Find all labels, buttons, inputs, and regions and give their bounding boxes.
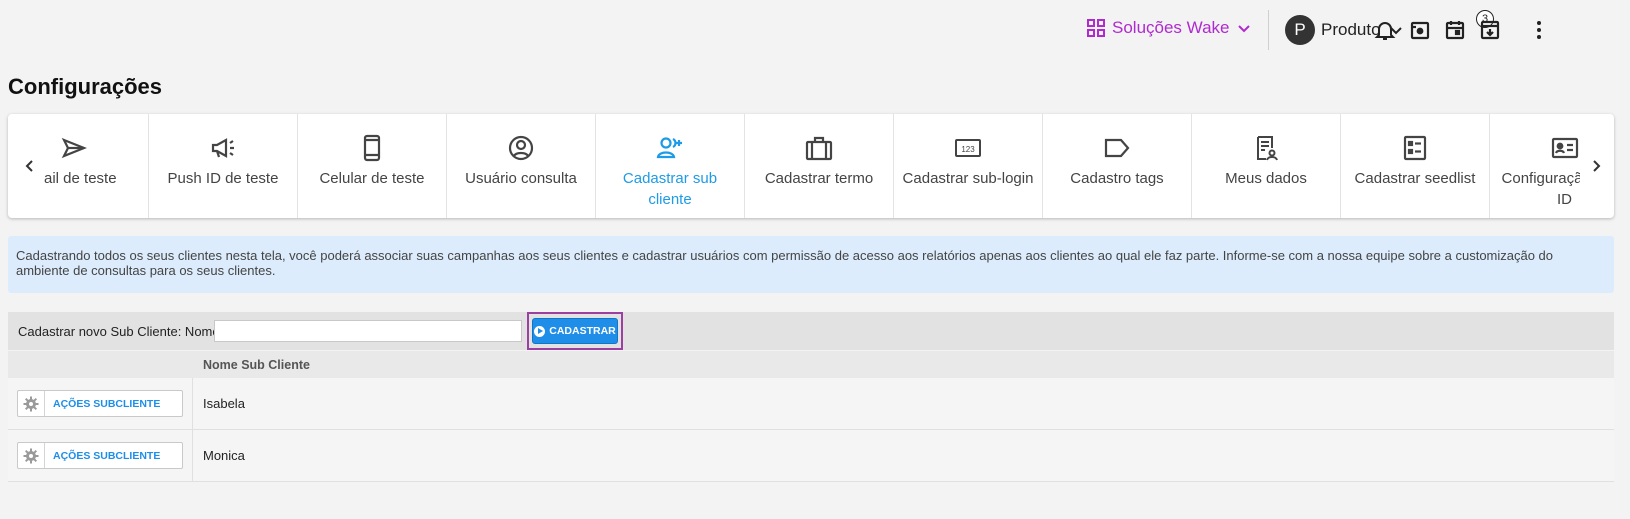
profile-doc-icon [1257,136,1278,161]
megaphone-icon [211,138,234,158]
solutions-label: Soluções Wake [1112,18,1230,37]
form-label: Cadastrar novo Sub Cliente: Nome: [18,324,224,339]
tab-configuracao-push-id[interactable]: Configuração push ID [1490,114,1580,218]
subclient-actions-button[interactable]: AÇÕES SUBCLIENTE [17,390,183,417]
briefcase-icon [805,136,833,161]
tab-label: Push ID de teste [167,170,279,187]
cadastrar-label: CADASTRAR [549,325,616,337]
actions-label: AÇÕES SUBCLIENTE [53,397,161,410]
column-header-name: Nome Sub Cliente [203,358,310,372]
tab-celular-teste[interactable]: Celular de teste [298,114,447,218]
download-icon[interactable] [1478,18,1502,42]
tab-label: Cadastrar sub-login [902,170,1034,187]
number-pad-icon: 123 [955,139,981,157]
settings-tabs: ail de teste Push ID de teste Celular de… [8,114,1614,218]
user-name: Produto [1321,20,1381,39]
phone-icon [363,134,381,162]
tab-cadastrar-seedlist[interactable]: Cadastrar seedlist [1341,114,1490,218]
user-circle-icon [508,135,534,161]
gear-icon [18,443,45,468]
actions-cell: AÇÕES SUBCLIENTE [8,378,193,429]
divider [1268,10,1269,50]
tab-label: Meus dados [1225,170,1307,187]
chevron-left-icon [25,160,33,172]
grid-icon [1087,19,1105,37]
chevron-down-icon [1238,25,1251,33]
top-bar: Soluções Wake P Produto 3 [0,0,1630,58]
tab-label: Usuário consulta [465,170,577,187]
page-title: Configurações [8,74,163,99]
scroll-left-button[interactable] [20,154,40,178]
table-row: AÇÕES SUBCLIENTE Isabela [8,378,1614,430]
tab-cadastrar-sub-cliente[interactable]: Cadastrar sub cliente [596,114,745,218]
table-header: Nome Sub Cliente [8,351,1614,378]
chevron-right-icon [1593,160,1601,172]
info-text: Cadastrando todos os seus clientes nesta… [16,248,1554,278]
tab-cadastrar-sub-login[interactable]: 123 Cadastrar sub-login [894,114,1043,218]
play-icon [534,325,546,337]
tab-meus-dados[interactable]: Meus dados [1192,114,1341,218]
table-row: AÇÕES SUBCLIENTE Monica [8,430,1614,482]
gear-icon [18,391,45,416]
tab-usuario-consulta[interactable]: Usuário consulta [447,114,596,218]
new-subclient-form: Cadastrar novo Sub Cliente: Nome: CADAST… [8,312,1614,350]
inbox-icon[interactable] [1408,18,1432,42]
tab-label: ail de teste [44,170,117,187]
bell-icon[interactable] [1373,18,1397,42]
tab-label: Configuração push ID [1501,170,1580,208]
tab-label: Celular de teste [319,170,425,187]
actions-cell: AÇÕES SUBCLIENTE [8,430,193,481]
tab-label: Cadastrar termo [764,170,874,187]
checklist-icon [1403,135,1427,161]
tab-label: Cadastro tags [1070,170,1164,187]
subclient-name: Monica [203,448,245,463]
cadastrar-button[interactable]: CADASTRAR [532,318,618,344]
tab-label: Cadastrar seedlist [1354,170,1476,187]
avatar: P [1285,15,1315,45]
tag-icon [1104,138,1130,158]
send-icon [61,137,87,159]
scroll-right-button[interactable] [1586,154,1606,178]
tab-push-id-teste[interactable]: Push ID de teste [149,114,298,218]
calendar-icon[interactable] [1443,18,1467,42]
subclient-name: Isabela [203,396,245,411]
tab-cadastro-tags[interactable]: Cadastro tags [1043,114,1192,218]
subclient-name-input[interactable] [214,320,522,342]
tab-label: Cadastrar sub cliente [622,170,718,208]
id-card-icon [1551,137,1578,159]
solutions-menu[interactable]: Soluções Wake [1086,18,1251,38]
svg-text:123: 123 [961,145,975,154]
more-vertical-icon[interactable] [1527,18,1551,42]
subclient-actions-button[interactable]: AÇÕES SUBCLIENTE [17,442,183,469]
info-banner: Cadastrando todos os seus clientes nesta… [8,236,1614,293]
actions-label: AÇÕES SUBCLIENTE [53,449,161,462]
tab-email-teste[interactable]: ail de teste [40,114,149,218]
user-add-icon [656,137,682,159]
tab-cadastrar-termo[interactable]: Cadastrar termo [745,114,894,218]
subclient-table: Nome Sub Cliente AÇÕES SUBCLIENTE Isabel… [8,351,1614,482]
